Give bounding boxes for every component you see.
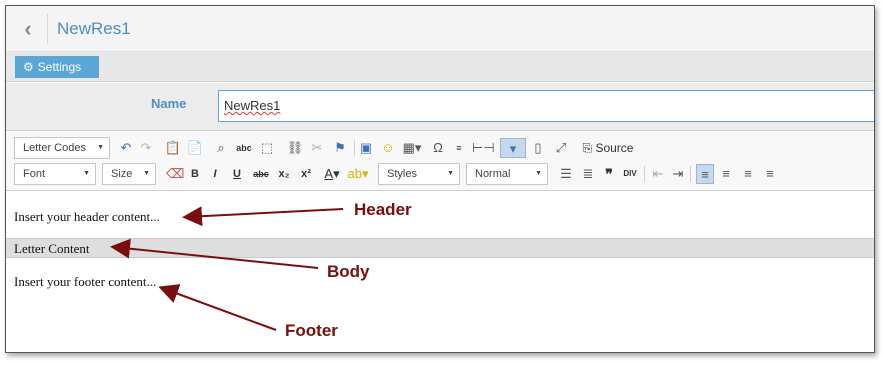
- name-input[interactable]: NewRes1: [218, 90, 874, 122]
- smiley-icon[interactable]: ☺: [380, 138, 396, 158]
- preview-icon[interactable]: ▯: [530, 138, 546, 158]
- styles-dropdown[interactable]: Styles ▼: [378, 163, 460, 185]
- superscript-button[interactable]: x²: [298, 164, 314, 184]
- bulleted-list-icon[interactable]: ☰: [558, 164, 574, 184]
- outdent-icon[interactable]: ⇤: [650, 164, 666, 184]
- header-annotation: Header: [354, 200, 412, 219]
- source-icon: ⎘: [582, 141, 596, 155]
- font-dropdown[interactable]: Font ▼: [14, 163, 96, 185]
- undo-icon[interactable]: ↶: [118, 138, 134, 158]
- caret-down-icon: ▼: [97, 144, 104, 151]
- numbered-list-icon[interactable]: ≣: [580, 164, 596, 184]
- italic-button[interactable]: I: [208, 164, 222, 184]
- caret-down-icon: ▼: [143, 170, 150, 177]
- caret-down-icon: ▼: [535, 170, 542, 177]
- settings-button[interactable]: ⚙ Settings: [15, 56, 99, 78]
- gear-icon: ⚙: [23, 60, 34, 74]
- div-container-icon[interactable]: DIV: [622, 164, 638, 184]
- letter-codes-label: Letter Codes: [23, 142, 86, 154]
- indent-icon[interactable]: ⇥: [670, 164, 686, 184]
- font-label: Font: [23, 168, 46, 180]
- letter-codes-dropdown[interactable]: Letter Codes ▼: [14, 137, 110, 159]
- caret-down-icon: ▼: [447, 170, 454, 177]
- special-char-icon[interactable]: Ω: [430, 138, 446, 158]
- settings-label: Settings: [37, 60, 82, 74]
- toolbar-separator: [644, 166, 645, 182]
- name-value: NewRes1: [224, 98, 281, 113]
- horizontal-rule-icon[interactable]: ⊢⊣: [472, 138, 495, 158]
- anchor-flag-icon[interactable]: ⚑: [332, 138, 348, 158]
- align-center-icon[interactable]: ≡: [718, 164, 734, 184]
- underline-button[interactable]: U: [230, 164, 244, 184]
- source-button[interactable]: ⎘ Source: [574, 138, 642, 158]
- footer-annotation: Footer: [285, 321, 338, 340]
- align-right-icon[interactable]: ≡: [740, 164, 756, 184]
- editor-toolbar: Letter Codes ▼ ↶ ↷ 📋 📄 ⌕ abc ⬚ ⛓ ✂ ⚑ ▣ ☺ …: [6, 132, 874, 191]
- spellcheck-icon[interactable]: abc: [234, 138, 254, 158]
- caret-down-icon: ▼: [83, 170, 90, 177]
- toolbar-row-2: Font ▼ Size ▼ ⌫ B I U abc x₂ x² A▾ ab▾ Sty…: [6, 162, 874, 186]
- format-painter-icon[interactable]: ▾: [500, 138, 526, 158]
- align-left-icon[interactable]: ≡: [696, 164, 714, 184]
- format-label: Normal: [475, 168, 511, 180]
- page-title: NewRes1: [57, 19, 131, 38]
- toolbar-row-1: Letter Codes ▼ ↶ ↷ 📋 📄 ⌕ abc ⬚ ⛓ ✂ ⚑ ▣ ☺ …: [6, 136, 874, 160]
- settings-bar: ⚙ Settings: [6, 52, 874, 82]
- paste-text-icon[interactable]: 📋: [164, 138, 182, 158]
- toolbar-separator: [690, 166, 691, 182]
- chevron-left-icon[interactable]: ‹: [12, 13, 44, 45]
- unlink-icon[interactable]: ✂: [308, 138, 326, 158]
- table-icon[interactable]: ▦▾: [400, 138, 424, 158]
- text-color-button[interactable]: A▾: [320, 164, 344, 184]
- footer-content[interactable]: Insert your footer content...: [14, 274, 156, 290]
- eraser-icon[interactable]: ⌫: [166, 164, 184, 184]
- body-section[interactable]: Letter Content: [6, 238, 874, 258]
- styles-label: Styles: [387, 168, 417, 180]
- redo-icon[interactable]: ↷: [138, 138, 154, 158]
- body-content: Letter Content: [14, 241, 90, 256]
- size-dropdown[interactable]: Size ▼: [102, 163, 156, 185]
- editor-content[interactable]: Insert your header content... Letter Con…: [6, 192, 874, 352]
- maximize-icon[interactable]: ⤢: [552, 138, 570, 158]
- format-dropdown[interactable]: Normal ▼: [466, 163, 548, 185]
- find-icon[interactable]: ⌕: [212, 138, 230, 158]
- toolbar-separator: [354, 140, 355, 156]
- blockquote-icon[interactable]: ❞: [602, 164, 616, 184]
- subscript-button[interactable]: x₂: [276, 164, 292, 184]
- title-divider: [47, 14, 48, 44]
- header-content[interactable]: Insert your header content...: [14, 209, 160, 225]
- source-label: Source: [595, 141, 634, 155]
- body-annotation: Body: [327, 262, 370, 281]
- select-all-icon[interactable]: ⬚: [258, 138, 276, 158]
- text-color-label: A: [324, 166, 334, 181]
- name-row: Name NewRes1: [6, 83, 874, 131]
- highlight-color-icon[interactable]: ab▾: [346, 164, 370, 184]
- bold-button[interactable]: B: [188, 164, 202, 184]
- name-label: Name: [151, 96, 187, 111]
- image-icon[interactable]: ▣: [358, 138, 374, 158]
- title-bar: ‹ NewRes1: [6, 6, 874, 52]
- editor-window: ‹ NewRes1 ⚙ Settings Name NewRes1 Letter …: [5, 5, 875, 353]
- size-label: Size: [111, 168, 133, 180]
- strikethrough-button[interactable]: abc: [250, 164, 272, 184]
- link-icon[interactable]: ⛓: [286, 138, 304, 158]
- page-break-icon[interactable]: ≡: [450, 138, 468, 158]
- justify-icon[interactable]: ≡: [762, 164, 778, 184]
- paste-word-icon[interactable]: 📄: [186, 138, 204, 158]
